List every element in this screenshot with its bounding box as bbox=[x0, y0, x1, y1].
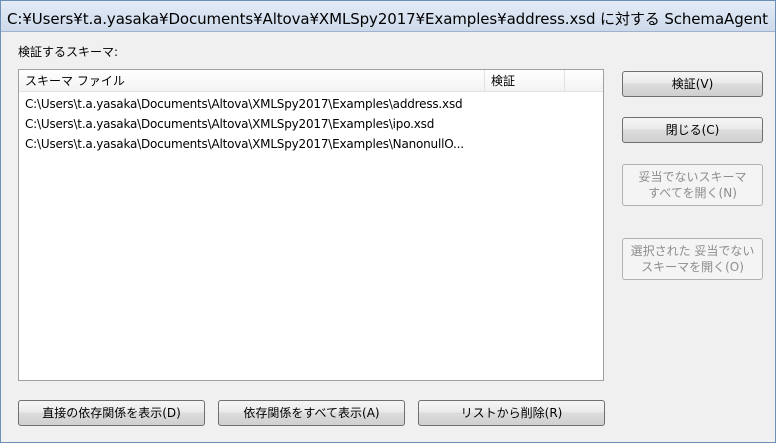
close-button[interactable]: 閉じる(C) bbox=[622, 117, 763, 143]
validate-button[interactable]: 検証(V) bbox=[622, 71, 763, 97]
list-item[interactable]: C:\Users\t.a.yasaka\Documents\Altova\XML… bbox=[19, 94, 485, 114]
close-button-label: 閉じる(C) bbox=[665, 123, 720, 137]
list-item[interactable]: C:\Users\t.a.yasaka\Documents\Altova\XML… bbox=[19, 114, 485, 134]
open-selected-invalid-label-line2: スキーマを開く(O) bbox=[641, 260, 744, 274]
column-header-filler bbox=[565, 70, 603, 92]
schema-list[interactable]: スキーマ ファイル 検証 C:\Users\t.a.yasaka\Documen… bbox=[18, 69, 604, 381]
show-all-dependencies-label: 依存関係をすべて表示(A) bbox=[243, 406, 380, 420]
remove-from-list-button[interactable]: リストから削除(R) bbox=[418, 400, 605, 426]
show-all-dependencies-button[interactable]: 依存関係をすべて表示(A) bbox=[218, 400, 405, 426]
open-all-invalid-label-line1: 妥当でないスキーマ bbox=[638, 170, 747, 184]
list-rows: C:\Users\t.a.yasaka\Documents\Altova\XML… bbox=[19, 94, 603, 154]
list-header: スキーマ ファイル 検証 bbox=[19, 70, 603, 92]
schemaagent-dialog: C:¥Users¥t.a.yasaka¥Documents¥Altova¥XML… bbox=[0, 0, 776, 443]
open-all-invalid-label-line2: すべてを開く(N) bbox=[648, 186, 737, 200]
show-direct-dependencies-label: 直接の依存関係を表示(D) bbox=[42, 406, 181, 420]
open-all-invalid-schemas-button[interactable]: 妥当でないスキーマ すべてを開く(N) bbox=[622, 164, 763, 206]
column-header-schema-file[interactable]: スキーマ ファイル bbox=[19, 70, 485, 92]
window-title: C:¥Users¥t.a.yasaka¥Documents¥Altova¥XML… bbox=[7, 10, 771, 28]
remove-from-list-label: リストから削除(R) bbox=[460, 406, 563, 420]
show-direct-dependencies-button[interactable]: 直接の依存関係を表示(D) bbox=[18, 400, 205, 426]
schemas-to-validate-label: 検証するスキーマ: bbox=[18, 45, 119, 59]
open-selected-invalid-label-line1: 選択された 妥当でない bbox=[630, 244, 755, 258]
validate-button-label: 検証(V) bbox=[671, 77, 714, 91]
open-selected-invalid-schemas-button[interactable]: 選択された 妥当でない スキーマを開く(O) bbox=[622, 238, 763, 280]
title-bar: C:¥Users¥t.a.yasaka¥Documents¥Altova¥XML… bbox=[1, 1, 775, 32]
column-header-validate[interactable]: 検証 bbox=[485, 70, 565, 92]
list-item[interactable]: C:\Users\t.a.yasaka\Documents\Altova\XML… bbox=[19, 134, 485, 154]
